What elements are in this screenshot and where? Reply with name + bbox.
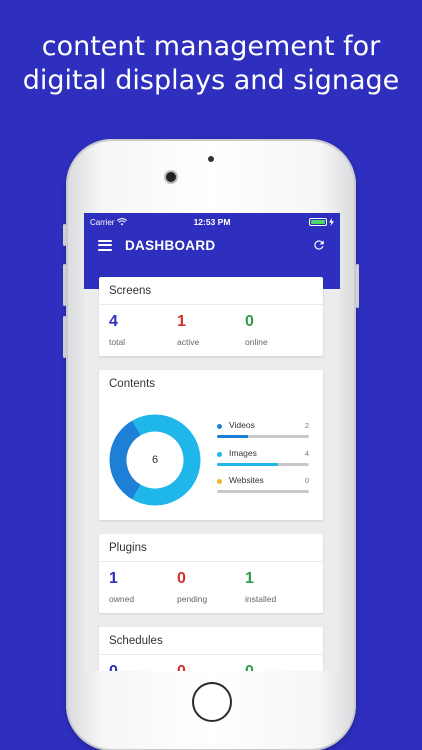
stat-label: installed [245, 594, 277, 604]
volume-down-button [63, 316, 66, 358]
contents-card[interactable]: Contents 6 Videos 2 Images 4 Websites 0 [99, 370, 323, 520]
battery-level [310, 220, 325, 224]
stat-label: pending [177, 594, 208, 604]
stat-value: 0 [177, 570, 186, 587]
legend-progress-track [217, 435, 309, 438]
contents-total: 6 [151, 454, 159, 466]
promo-headline: content management for digital displays … [0, 30, 422, 98]
legend-item-videos[interactable]: Videos 2 [217, 420, 309, 448]
legend-dot [217, 451, 222, 457]
legend-dot [217, 424, 222, 429]
earpiece-speaker [208, 156, 214, 162]
stat-pending-plugins[interactable]: 0 pending [177, 570, 245, 604]
legend-label: Images [229, 447, 257, 458]
stat-value: 0 [109, 663, 177, 671]
card-title-plugins: Plugins [99, 534, 323, 562]
legend-progress-fill [217, 462, 279, 466]
legend-item-images[interactable]: Images 4 [217, 448, 309, 476]
power-button [356, 264, 359, 308]
stat-value: 4 [109, 313, 118, 330]
wifi-icon [117, 218, 128, 226]
stat-owned-plugins[interactable]: 1 owned [109, 570, 177, 604]
page-title: DASHBOARD [125, 237, 216, 253]
legend-label: Websites [229, 475, 264, 485]
stat-active-screens[interactable]: 1 active [177, 313, 245, 347]
stat-label: active [177, 337, 200, 347]
stat-label: owned [109, 594, 135, 604]
stat-value: 1 [245, 570, 254, 587]
charging-icon [328, 218, 334, 226]
schedules-card[interactable]: Schedules 0 0 0 [99, 627, 323, 671]
stat-online-screens[interactable]: 0 online [245, 313, 313, 347]
legend-dot [217, 479, 222, 484]
plugins-card[interactable]: Plugins 1 owned 0 pending 1 installed [99, 534, 323, 613]
legend-progress-track [217, 462, 309, 466]
stat-value: 1 [109, 570, 118, 587]
mute-switch [63, 224, 66, 246]
card-title-schedules: Schedules [99, 627, 323, 655]
legend-count: 4 [304, 448, 309, 458]
legend-label: Videos [229, 420, 255, 430]
stat-value: 1 [177, 313, 186, 330]
phone-screen: Carrier 12:53 PM DASHBOARD Screens 4 tot… [84, 213, 340, 671]
refresh-icon[interactable] [312, 238, 326, 252]
stat-total-screens[interactable]: 4 total [109, 313, 177, 347]
legend-count: 0 [304, 476, 309, 485]
headline-line-2: digital displays and signage [22, 65, 400, 96]
card-title-screens: Screens [99, 277, 323, 305]
hamburger-menu-icon[interactable] [98, 239, 112, 251]
phone-frame: Carrier 12:53 PM DASHBOARD Screens 4 tot… [63, 139, 359, 750]
legend-item-websites[interactable]: Websites 0 [217, 475, 309, 503]
carrier-label: Carrier [90, 217, 115, 227]
stat-label: total [109, 337, 126, 347]
volume-up-button [63, 264, 66, 306]
legend-progress-track [217, 490, 309, 493]
headline-line-1: content management for [41, 31, 381, 62]
front-camera [166, 172, 176, 182]
app-bar: DASHBOARD [84, 231, 340, 259]
card-title-contents: Contents [109, 378, 156, 390]
stat-label: online [245, 337, 268, 347]
stat-value: 0 [245, 313, 254, 330]
stat-installed-plugins[interactable]: 1 installed [245, 570, 313, 604]
stat-value: 0 [245, 663, 313, 671]
contents-legend: Videos 2 Images 4 Websites 0 [217, 420, 309, 503]
legend-progress-fill [217, 435, 248, 438]
home-button[interactable] [192, 682, 232, 722]
legend-count: 2 [304, 421, 309, 430]
status-time: 12:53 PM [193, 217, 231, 227]
status-bar: Carrier 12:53 PM [84, 213, 340, 231]
stat-schedules-1[interactable]: 0 [109, 663, 177, 671]
stat-value: 0 [177, 663, 245, 671]
battery-icon [308, 218, 327, 226]
stat-schedules-3[interactable]: 0 [245, 663, 313, 671]
screens-card[interactable]: Screens 4 total 1 active 0 online [99, 277, 323, 356]
stat-schedules-2[interactable]: 0 [177, 663, 245, 671]
